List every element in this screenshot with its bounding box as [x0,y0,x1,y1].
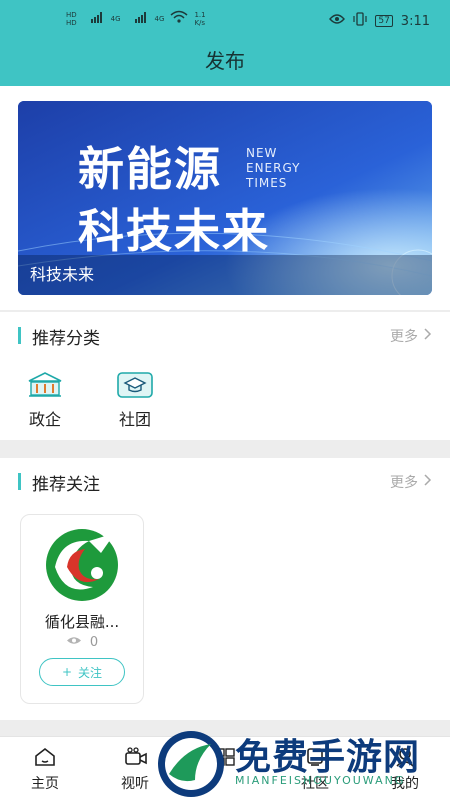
government-building-icon [27,372,63,398]
eye-icon [66,635,82,650]
category-label: 政企 [28,410,61,429]
banner-carousel[interactable]: 新能源 科技未来 NEW ENERGY TIMES 科技未来 [18,101,432,295]
banner-caption: 科技未来 [30,265,95,284]
section-header: 推荐分类 更多 [0,312,450,358]
banner-en-line-2: ENERGY [246,161,301,175]
watermark-text: 免费手游网 [235,737,421,778]
media-logo [41,527,123,607]
watermark-logo-icon [158,731,224,797]
eye-icon [329,13,346,29]
banner-english: NEW ENERGY TIMES [246,146,301,191]
watermark: 免费手游网 MIANFEISHOUYOUWANG [155,726,450,800]
section-accent-bar [18,327,21,344]
watermark-subtext: MIANFEISHOUYOUWANG [235,774,406,787]
section-header: 推荐关注 更多 [0,458,450,504]
chevron-right-icon [424,474,432,490]
page-header: 发布 [0,40,450,86]
wifi-icon [170,10,188,27]
signal-icon-2 [127,10,149,27]
signal-icon-1 [83,10,105,27]
chevron-right-icon [424,328,432,344]
recommend-follow-section: 推荐关注 更多 循化县融... 0 + 关注 [0,458,450,720]
plus-icon: + [61,665,73,679]
more-label: 更多 [390,475,418,491]
net-speed-value: 1.1 [194,10,206,19]
category-item-government[interactable]: 政企 [15,372,75,430]
status-bar: HD HD 4G 4G 1.1 K/s 57 3:11 [0,0,450,40]
more-label: 更多 [390,329,418,345]
banner-headline-2: 科技未来 [78,204,270,258]
home-icon [34,747,56,767]
battery-level: 57 [378,16,390,26]
video-icon [124,747,147,767]
follow-label: 关注 [78,665,103,680]
section-accent-bar [18,473,21,490]
recommend-category-section: 推荐分类 更多 政企 社团 [0,312,450,440]
section-title: 推荐分类 [32,329,100,349]
status-time: 3:11 [400,13,430,29]
media-name: 循化县融... [44,613,120,631]
vibrate-icon [353,12,367,30]
section-title: 推荐关注 [32,475,100,495]
hd-label-1: HD [66,10,77,19]
net-speed-unit: K/s [194,18,206,27]
status-left: HD HD 4G 4G 1.1 K/s [66,10,206,27]
category-item-club[interactable]: 社团 [105,372,165,430]
more-link[interactable]: 更多 [390,326,432,346]
banner-section: 新能源 科技未来 NEW ENERGY TIMES 科技未来 [0,86,450,310]
banner-headline-1: 新能源 [78,142,222,196]
hd-label-2: HD [66,18,77,27]
tab-home[interactable]: 主页 [15,747,75,793]
signal-label-2: 4G [154,14,165,23]
graduation-cap-icon [117,372,153,398]
tab-label: 主页 [31,776,59,792]
more-link[interactable]: 更多 [390,472,432,492]
banner-en-line-1: NEW [246,146,278,160]
view-count: 0 [21,635,143,650]
banner-en-line-3: TIMES [246,176,288,190]
follow-button[interactable]: + 关注 [39,658,125,686]
follow-card[interactable]: 循化县融... 0 + 关注 [20,514,144,704]
battery-icon: 57 [375,15,393,27]
net-speed: 1.1 K/s [194,11,205,27]
view-count-value: 0 [89,635,99,650]
status-right: 57 3:11 [329,12,430,30]
hd-badges: HD HD [66,11,77,27]
category-label: 社团 [118,410,151,429]
signal-label-1: 4G [110,14,121,23]
page-title: 发布 [205,49,245,73]
